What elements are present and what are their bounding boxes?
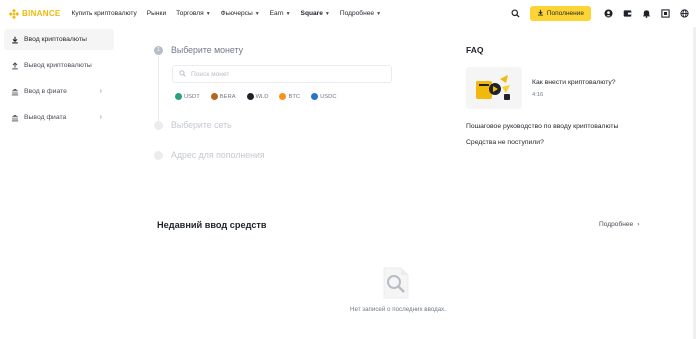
nav-buy-crypto[interactable]: Купить криптовалюту — [72, 10, 137, 17]
coin-name: BTC — [288, 93, 301, 100]
faq-video-card[interactable]: Как внести криптовалюту? 4:16 — [466, 67, 666, 109]
empty-state-icon — [381, 267, 411, 299]
nav-more[interactable]: Подробнее ▼ — [340, 10, 381, 17]
coin-search-input[interactable]: Поиск монет — [172, 65, 392, 83]
search-placeholder: Поиск монет — [191, 70, 230, 78]
search-icon[interactable] — [511, 9, 521, 19]
deposit-button[interactable]: Пополнение — [529, 6, 591, 21]
nav-futures[interactable]: Фьючерсы ▼ — [221, 10, 260, 17]
coin-name: USDT — [184, 93, 200, 100]
step-label: Выберите сеть — [171, 120, 232, 130]
binance-logo-icon — [8, 8, 20, 19]
coin-chip-usdc[interactable]: USDC — [308, 91, 339, 102]
wallet-icon[interactable] — [622, 9, 632, 19]
coin-name: BERA — [219, 93, 236, 100]
upload-icon — [11, 61, 20, 70]
empty-state-text: Нет записей о последних вводах. — [350, 306, 446, 313]
video-duration: 4:16 — [532, 91, 544, 98]
logo-text: BINANCE — [22, 9, 61, 18]
sidebar-item-label: Вывод фиата — [24, 114, 67, 121]
download-icon — [11, 36, 20, 44]
usdc-icon — [311, 93, 319, 100]
sidebar: Ввод криптовалюты Вывод криптовалюты Вво… — [4, 29, 114, 133]
coin-chip-usdt[interactable]: USDT — [172, 91, 203, 102]
step-label: Адрес для пополнения — [171, 150, 265, 160]
bera-icon — [210, 93, 218, 100]
video-title: Как внести криптовалюту? — [532, 78, 616, 86]
step-label: Выберите монету — [171, 45, 244, 55]
sidebar-item-crypto-deposit[interactable]: Ввод криптовалюты — [4, 29, 114, 50]
nav-label: Earn — [269, 10, 284, 17]
nav-label: Square — [300, 10, 323, 17]
download-icon — [537, 9, 544, 18]
bank-icon — [11, 114, 20, 122]
coin-chip-bera[interactable]: BERA — [208, 91, 239, 102]
nav-label: Фьючерсы — [220, 10, 253, 17]
faq-title: FAQ — [466, 45, 484, 55]
deposit-steps: 1 Выберите монету Поиск монет USDT BERA … — [154, 42, 399, 163]
coin-name: USDC — [320, 93, 337, 100]
recent-deposits-title: Недавний ввод средств — [157, 220, 267, 230]
step-connector-line — [158, 56, 159, 126]
coin-chip-btc[interactable]: BTC — [276, 91, 303, 102]
nav-label: Подробнее — [339, 10, 375, 17]
chevron-down-icon: ▼ — [254, 10, 260, 17]
chevron-right-icon: › — [99, 88, 102, 95]
step-number: 1 — [154, 45, 163, 55]
user-icon[interactable] — [603, 9, 613, 19]
nav-label: Торговля — [176, 10, 204, 17]
video-meta: Как внести криптовалюту? 4:16 — [532, 79, 616, 98]
nav-earn[interactable]: Earn ▼ — [270, 10, 291, 17]
more-label: Подробнее — [599, 221, 634, 228]
coin-name: WLD — [255, 93, 269, 100]
sidebar-item-fiat-withdraw[interactable]: Вывод фиата › — [4, 107, 114, 128]
main-nav: Купить криптовалюту Рынки Торговля ▼ Фьюч… — [72, 10, 391, 17]
deposit-label: Пополнение — [546, 10, 584, 17]
chevron-down-icon: ▼ — [205, 10, 211, 17]
faq-link-not-received[interactable]: Средства не поступили? — [466, 139, 666, 146]
header-actions: Пополнение — [511, 0, 689, 27]
video-thumbnail — [466, 67, 522, 109]
chevron-right-icon: › — [99, 114, 102, 121]
usdt-icon — [175, 93, 182, 100]
bank-icon — [11, 88, 20, 96]
globe-icon[interactable] — [679, 9, 689, 19]
faq-link-guide[interactable]: Пошаговое руководство по вводу криптовал… — [466, 123, 666, 130]
btc-icon — [279, 93, 287, 100]
faq-panel: FAQ Как внести криптовалюту? 4:16 Пошаго… — [466, 45, 666, 146]
chevron-right-icon: › — [637, 221, 640, 228]
step-dot — [154, 150, 163, 160]
sidebar-item-crypto-withdraw[interactable]: Вывод криптовалюты — [4, 55, 114, 76]
coin-chip-wld[interactable]: WLD — [244, 91, 272, 102]
sidebar-item-label: Вывод криптовалюты — [24, 62, 92, 69]
chevron-down-icon: ▼ — [285, 10, 291, 17]
step-deposit-address: Адрес для пополнения — [154, 147, 399, 163]
step-select-network: Выберите сеть — [154, 117, 399, 133]
sidebar-item-fiat-deposit[interactable]: Ввод в фиате › — [4, 81, 114, 102]
qr-icon[interactable] — [660, 9, 670, 19]
more-link[interactable]: Подробнее › — [599, 221, 639, 228]
bell-icon[interactable] — [641, 9, 651, 19]
search-icon — [179, 69, 186, 79]
chevron-down-icon: ▼ — [324, 10, 330, 17]
chevron-down-icon: ▼ — [376, 10, 382, 17]
popular-coins: USDT BERA WLD BTC USDC — [172, 91, 399, 102]
binance-logo[interactable]: BINANCE — [8, 8, 61, 19]
nav-square[interactable]: Square ▼ — [301, 10, 330, 17]
wld-icon — [246, 93, 254, 100]
nav-markets[interactable]: Рынки — [147, 10, 166, 17]
sidebar-item-label: Ввод криптовалюты — [24, 36, 87, 43]
step-select-coin: 1 Выберите монету — [154, 42, 399, 58]
top-nav-bar: BINANCE Купить криптовалюту Рынки Торгов… — [0, 0, 696, 27]
nav-label: Купить криптовалюту — [71, 10, 137, 17]
nav-trade[interactable]: Торговля ▼ — [176, 10, 211, 17]
sidebar-item-label: Ввод в фиате — [24, 88, 67, 95]
nav-label: Рынки — [146, 10, 167, 17]
